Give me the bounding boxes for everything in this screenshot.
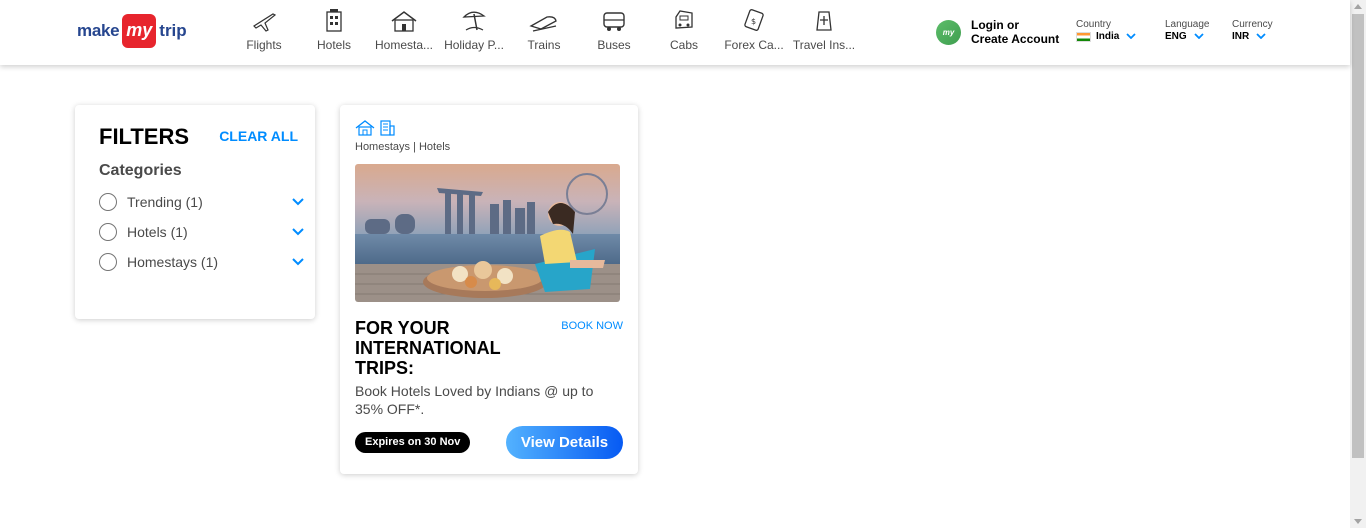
categories-heading: Categories [99,162,182,179]
chevron-down-icon [1256,31,1266,42]
nav-item-forex-card[interactable]: $ Forex Ca... [719,6,789,58]
filters-panel: FILTERS CLEAR ALL Categories Trending (1… [75,105,315,319]
country-selector[interactable]: Country India [1076,19,1136,42]
filter-option-homestays[interactable]: Homestays (1) [99,251,304,273]
hotel-icon [299,6,369,32]
flight-icon [229,6,299,32]
logo-my-badge: my [122,14,157,48]
nav-label: Buses [597,38,631,52]
offer-description: Book Hotels Loved by Indians @ up to 35%… [355,383,594,417]
page-scrollbar[interactable] [1350,0,1366,528]
filter-option-hotels[interactable]: Hotels (1) [99,221,304,243]
offer-category-icons [355,120,395,141]
filter-option-label: Homestays (1) [127,254,219,270]
offer-image [355,164,620,302]
scroll-down-arrow-icon[interactable] [1354,519,1362,524]
country-caption: Country [1076,19,1112,30]
cab-icon [649,6,719,32]
train-icon [509,6,579,32]
svg-text:$: $ [751,17,756,26]
nav-item-hotels[interactable]: Hotels [299,6,369,58]
india-flag-icon [1076,31,1091,42]
currency-caption: Currency [1232,19,1273,30]
offer-card[interactable]: Homestays | Hotels FOR YOUR INTERNATIONA… [340,105,638,474]
nav-item-buses[interactable]: Buses [579,6,649,58]
bus-icon [579,6,649,32]
currency-value: INR [1232,31,1250,42]
language-value: ENG [1165,31,1187,42]
nav-item-holiday-packages[interactable]: Holiday P... [439,6,509,58]
user-avatar-icon: my [936,19,961,45]
product-nav: Flights Hotels Homesta... Holiday P... T… [229,6,859,58]
nav-label: Forex Ca... [724,38,784,52]
nav-label: Flights [246,38,282,52]
expiry-badge: Expires on 30 Nov [355,432,471,453]
chevron-down-icon [1126,31,1136,42]
language-selector[interactable]: Language ENG [1165,19,1210,42]
radio-button[interactable] [99,253,117,271]
book-now-link[interactable]: BOOK NOW [561,320,623,332]
homestay-icon [355,120,375,141]
homestay-icon [369,6,439,32]
filter-option-label: Hotels (1) [127,224,188,240]
hotel-icon [379,120,395,141]
login-or-create-account[interactable]: my Login or Create Account [936,18,1059,46]
chevron-down-icon[interactable] [292,253,304,271]
clear-all-link[interactable]: CLEAR ALL [219,128,298,144]
filter-option-label: Trending (1) [127,194,203,210]
logo-trip-text: trip [159,21,187,40]
nav-label: Cabs [669,38,698,52]
holiday-package-icon [439,6,509,32]
currency-selector[interactable]: Currency INR [1232,19,1273,42]
nav-label: Trains [527,38,561,52]
chevron-down-icon [1194,31,1204,42]
nav-item-homestays[interactable]: Homesta... [369,6,439,58]
scroll-up-arrow-icon[interactable] [1354,4,1362,9]
filter-option-trending[interactable]: Trending (1) [99,191,304,213]
nav-label: Hotels [316,38,351,52]
chevron-down-icon[interactable] [292,223,304,241]
top-header: make my trip Flights Hotels Homesta... H… [0,0,1350,65]
makemytrip-logo[interactable]: make my trip [77,13,187,49]
offer-headline: FOR YOUR INTERNATIONAL TRIPS: [355,318,501,378]
language-caption: Language [1165,19,1210,30]
logo-make-text: make [77,21,120,40]
travel-insurance-icon [789,6,859,32]
offer-categories: Homestays | Hotels [355,141,451,153]
nav-label: Homesta... [374,38,434,52]
radio-button[interactable] [99,193,117,211]
view-details-button[interactable]: View Details [506,426,623,459]
forex-card-icon: $ [719,6,789,32]
radio-button[interactable] [99,223,117,241]
scrollbar-thumb[interactable] [1352,14,1364,458]
nav-label: Travel Ins... [792,38,856,52]
login-line1: Login or [971,18,1019,32]
nav-item-trains[interactable]: Trains [509,6,579,58]
chevron-down-icon[interactable] [292,193,304,211]
filters-title: FILTERS [99,124,190,149]
login-text: Login or Create Account [971,18,1059,46]
nav-item-cabs[interactable]: Cabs [649,6,719,58]
nav-label: Holiday P... [444,38,504,52]
nav-item-travel-insurance[interactable]: Travel Ins... [789,6,859,58]
nav-item-flights[interactable]: Flights [229,6,299,58]
login-line2: Create Account [971,32,1060,46]
country-value: India [1096,31,1120,42]
